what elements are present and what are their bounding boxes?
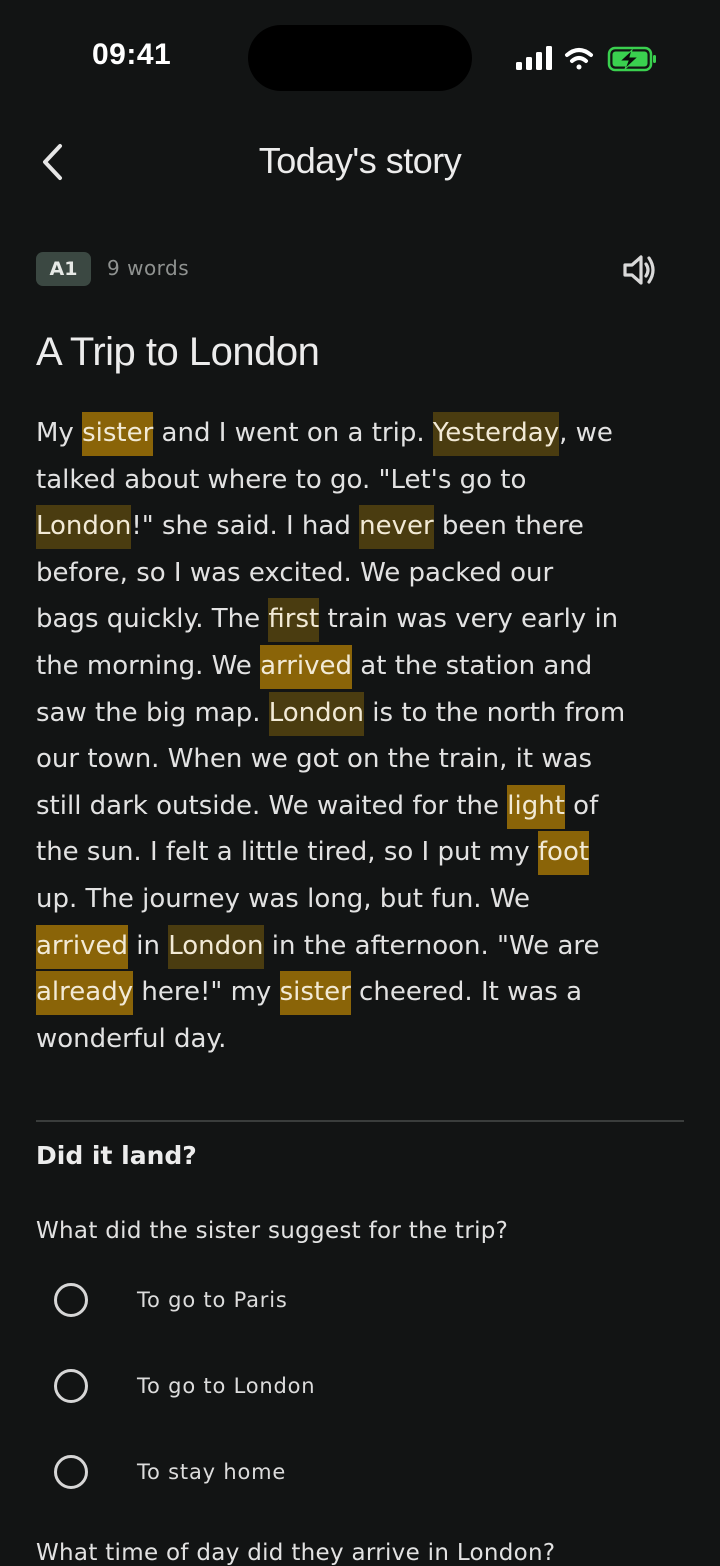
story-text: train was very early in	[319, 604, 619, 635]
story-text: still dark outside. We waited for the	[36, 790, 508, 821]
story-body: My sister and I went on a trip. Yesterda…	[36, 410, 696, 1062]
cellular-signal-icon	[516, 46, 552, 70]
page-title: Today's story	[258, 140, 462, 181]
story-text: is to the north from	[364, 697, 626, 728]
story-text: wonderful day.	[36, 1023, 227, 1054]
answer-option-1[interactable]: To go to Paris	[54, 1275, 654, 1325]
status-icons	[514, 44, 664, 74]
wifi-icon	[565, 48, 593, 70]
story-line: My sister and I went on a trip. Yesterda…	[36, 410, 696, 457]
story-text: here!" my	[133, 977, 280, 1008]
radio-icon	[54, 1283, 88, 1317]
story-line: London!" she said. I had never been ther…	[36, 503, 696, 550]
highlighted-vocab-word[interactable]: London	[168, 924, 264, 969]
story-line: the morning. We arrived at the station a…	[36, 643, 696, 690]
story-text: been there	[433, 511, 584, 542]
highlighted-vocab-word[interactable]: arrived	[260, 644, 353, 689]
audio-button[interactable]	[618, 248, 662, 292]
story-text: My	[36, 418, 83, 448]
story-text: , we	[559, 418, 613, 448]
highlighted-vocab-word[interactable]: arrived	[36, 924, 128, 969]
answer-option-label: To go to London	[137, 1374, 316, 1398]
highlighted-vocab-word[interactable]: never	[359, 505, 434, 550]
divider	[36, 1120, 684, 1122]
status-time: 09:41	[92, 38, 172, 71]
story-line: up. The journey was long, but fun. We	[36, 876, 696, 923]
highlighted-vocab-word[interactable]: foot	[537, 831, 590, 876]
highlighted-vocab-word[interactable]: already	[36, 971, 134, 1016]
answer-option-label: To go to Paris	[137, 1288, 288, 1312]
level-badge: A1	[36, 252, 91, 286]
story-text: before, so I was excited. We packed our	[36, 557, 554, 588]
story-line: talked about where to go. "Let's go to	[36, 457, 696, 504]
answer-option-3[interactable]: To stay home	[54, 1447, 654, 1497]
story-line: wonderful day.	[36, 1016, 696, 1063]
highlighted-vocab-word[interactable]: light	[507, 784, 565, 829]
story-line: our town. When we got on the train, it w…	[36, 736, 696, 783]
speaker-icon	[623, 255, 655, 285]
story-line: the sun. I felt a little tired, so I put…	[36, 829, 696, 876]
story-text: the morning. We	[36, 650, 261, 681]
highlighted-vocab-word[interactable]: London	[36, 505, 132, 550]
story-line: already here!" my sister cheered. It was…	[36, 969, 696, 1016]
story-text: !" she said. I had	[131, 511, 360, 542]
story-line: saw the big map. London is to the north …	[36, 690, 696, 737]
story-text: our town. When we got on the train, it w…	[36, 744, 593, 775]
answer-option-label: To stay home	[137, 1460, 287, 1484]
story-title: A Trip to London	[36, 330, 320, 374]
status-bar: 09:41	[0, 0, 720, 110]
question-1: What did the sister suggest for the trip…	[36, 1218, 509, 1244]
highlighted-vocab-word[interactable]: London	[268, 691, 365, 736]
story-text: the sun. I felt a little tired, so I put…	[36, 837, 538, 868]
radio-icon	[54, 1455, 88, 1489]
word-count: 9 words	[107, 256, 190, 280]
story-text: bags quickly. The	[36, 604, 269, 635]
question-2: What time of day did they arrive in Lond…	[36, 1540, 556, 1566]
answer-option-2[interactable]: To go to London	[54, 1361, 654, 1411]
battery-charging-icon	[607, 46, 656, 72]
story-line: still dark outside. We waited for the li…	[36, 783, 696, 830]
dynamic-island	[248, 25, 472, 91]
radio-icon	[54, 1369, 88, 1403]
quiz-heading: Did it land?	[36, 1141, 197, 1170]
story-line: arrived in London in the afternoon. "We …	[36, 923, 696, 970]
story-text: in the afternoon. "We are	[263, 930, 600, 961]
story-text: and I went on a trip.	[153, 418, 433, 448]
story-text: in	[127, 930, 169, 961]
highlighted-vocab-word[interactable]: first	[268, 598, 320, 643]
story-text: cheered. It was a	[350, 977, 583, 1008]
story-line: bags quickly. The first train was very e…	[36, 596, 696, 643]
highlighted-vocab-word[interactable]: Yesterday	[432, 412, 560, 456]
story-text: of	[564, 790, 599, 821]
highlighted-vocab-word[interactable]: sister	[82, 412, 154, 456]
highlighted-vocab-word[interactable]: sister	[279, 971, 351, 1016]
story-text: up. The journey was long, but fun. We	[36, 883, 531, 914]
story-text: saw the big map.	[36, 697, 269, 728]
story-text: at the station and	[352, 650, 593, 681]
story-text: talked about where to go. "Let's go to	[36, 464, 527, 495]
story-line: before, so I was excited. We packed our	[36, 550, 696, 597]
